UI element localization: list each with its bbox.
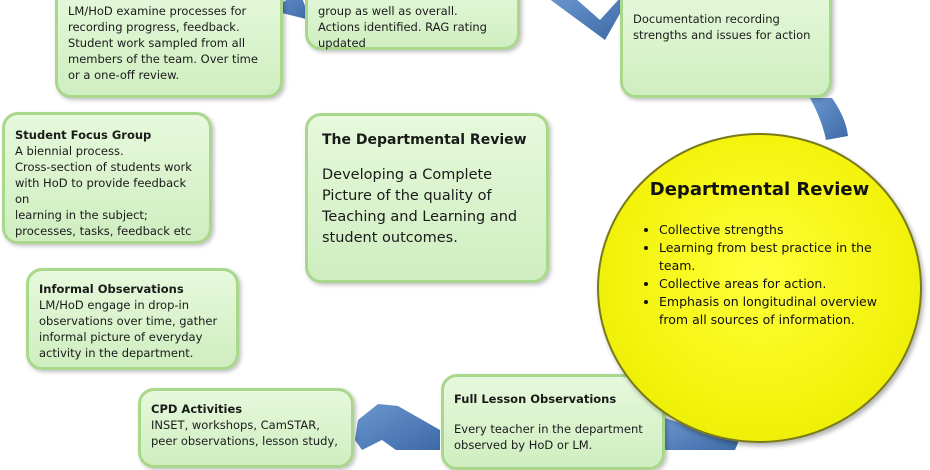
- student-focus-group-title: Student Focus Group: [15, 128, 152, 142]
- documentation-box: Documentation recording strengths and is…: [620, 0, 832, 98]
- documentation-text: Documentation recording strengths and is…: [633, 12, 811, 42]
- full-lesson-observations-text: Every teacher in the department observed…: [454, 422, 643, 452]
- review-process-box: LM/HoD examine processes for recording p…: [55, 0, 283, 98]
- center-title: The Departmental Review: [322, 132, 527, 148]
- cpd-activities-title: CPD Activities: [151, 402, 243, 416]
- full-lesson-observations-box: Full Lesson Observations Every teacher i…: [441, 374, 665, 470]
- informal-observations-box: Informal Observations LM/HoD engage in d…: [26, 268, 239, 370]
- departmental-review-list: Collective strengths Learning from best …: [639, 221, 909, 329]
- list-item: Learning from best practice in the team.: [659, 239, 909, 275]
- cpd-activities-text: INSET, workshops, CamSTAR, peer observat…: [151, 418, 338, 448]
- informal-observations-text: LM/HoD engage in drop-in observations ov…: [39, 298, 218, 360]
- review-process-text: LM/HoD examine processes for recording p…: [68, 4, 258, 82]
- center-text: Developing a Complete Picture of the qua…: [322, 167, 518, 246]
- list-item: Emphasis on longitudinal overview from a…: [659, 293, 909, 329]
- arrow-right-arc: [810, 98, 848, 140]
- list-item: Collective strengths: [659, 221, 909, 239]
- departmental-review-circle: Departmental Review Collective strengths…: [597, 133, 922, 443]
- actions-box: group as well as overall. Actions identi…: [305, 0, 520, 50]
- list-item: Collective areas for action.: [659, 275, 909, 293]
- student-focus-group-box: Student Focus Group A biennial process. …: [2, 112, 212, 244]
- departmental-review-title: Departmental Review: [649, 179, 870, 200]
- arrow-bottom-center: [355, 404, 440, 450]
- actions-text: group as well as overall. Actions identi…: [318, 4, 487, 50]
- diagram-canvas: LM/HoD examine processes for recording p…: [0, 0, 930, 470]
- center-description-box: The Departmental Review Developing a Com…: [305, 113, 549, 283]
- full-lesson-observations-title: Full Lesson Observations: [454, 392, 617, 406]
- student-focus-group-text: A biennial process. Cross-section of stu…: [15, 144, 192, 238]
- cpd-activities-box: CPD Activities INSET, workshops, CamSTAR…: [138, 388, 354, 468]
- arrow-top-right: [550, 0, 622, 40]
- informal-observations-title: Informal Observations: [39, 282, 184, 296]
